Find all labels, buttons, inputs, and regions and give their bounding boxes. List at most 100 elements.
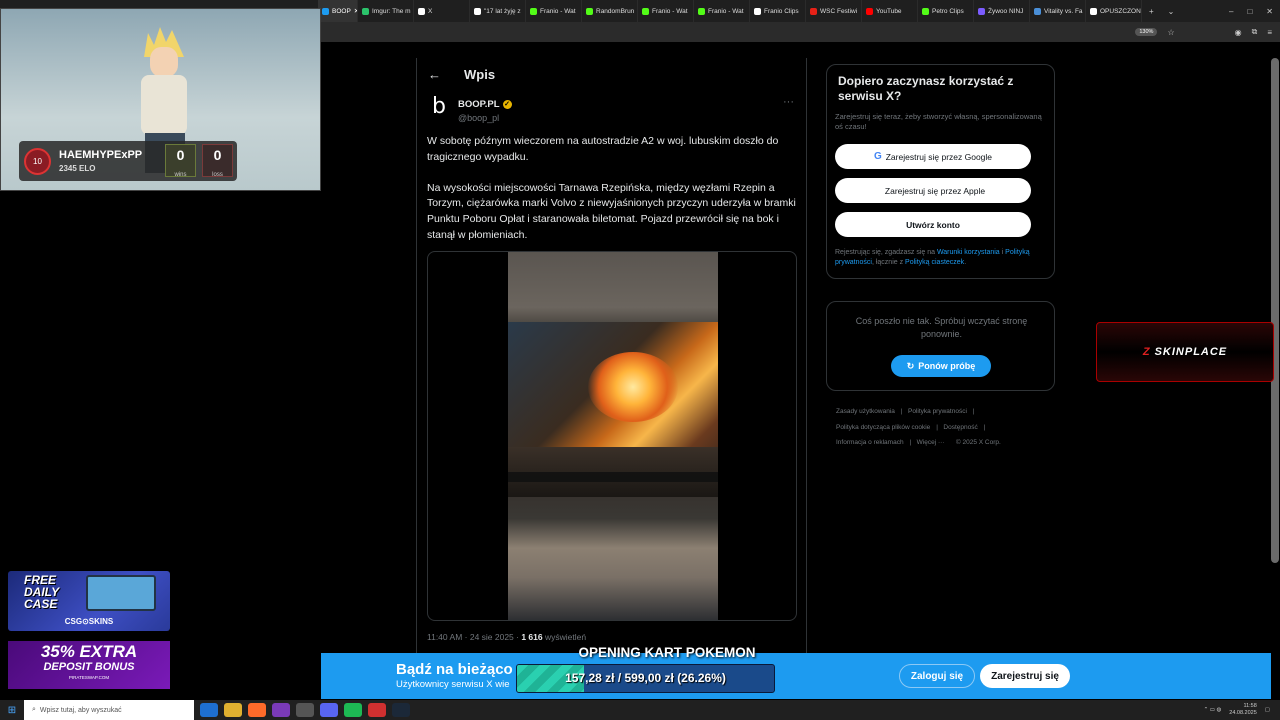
tab-favicon-icon (698, 7, 705, 15)
author-avatar[interactable]: b (427, 96, 451, 120)
losses-counter: 0 loss (202, 144, 233, 178)
views-label: wyświetleń (542, 632, 587, 642)
post-time[interactable]: 11:40 AM · 24 sie 2025 · (427, 632, 521, 642)
page-scrollbar[interactable] (1271, 58, 1279, 563)
footer-link[interactable]: Polityka prywatności (908, 408, 967, 415)
video-player-controls (508, 472, 718, 482)
browser-tab[interactable]: Franio Clips (750, 0, 806, 22)
ad-headline: 35% EXTRA (40, 642, 138, 661)
cookies-link[interactable]: Polityką ciasteczek (905, 259, 964, 266)
error-message: Coś poszło nie tak. Spróbuj wczytać stro… (855, 316, 1028, 339)
zoom-level[interactable]: 130% (1135, 28, 1158, 36)
obs-icon[interactable] (272, 703, 290, 717)
minimize-button[interactable]: – (1222, 7, 1240, 16)
post-header: ← Wpis (417, 58, 808, 90)
tab-favicon-icon (418, 7, 425, 15)
windows-start-icon[interactable]: ⊞ (0, 705, 24, 716)
retry-button[interactable]: ↻ Ponów próbę (891, 355, 991, 377)
apple-signup-label: Zarejestruj się przez Apple (884, 185, 986, 196)
post-text: W sobotę późnym wieczorem na autostradzi… (427, 134, 799, 259)
google-signup-button[interactable]: G Zarejestruj się przez Google (835, 144, 1031, 169)
create-account-button[interactable]: Utwórz konto (835, 212, 1031, 237)
menu-icon[interactable]: ≡ (1267, 28, 1272, 37)
firefox-icon[interactable] (248, 703, 266, 717)
video-monitor-screen (508, 322, 718, 497)
login-button[interactable]: Zaloguj się (899, 664, 975, 688)
browser-tab[interactable]: Franio - Wat (526, 0, 582, 22)
browser-tab[interactable]: YouTube (862, 0, 918, 22)
donation-goal-title: OPENING KART POKEMON (578, 645, 756, 660)
browser-tab[interactable]: "17 lat żyję z (470, 0, 526, 22)
back-arrow-icon[interactable]: ← (428, 67, 452, 82)
account-icon[interactable]: ◉ (1235, 28, 1242, 37)
maximize-button[interactable]: □ (1240, 7, 1259, 16)
windows-taskbar: ⊞ ⌕ Wpisz tutaj, aby wyszukać ⌃ ▭ ◍ 11:5… (0, 700, 1280, 720)
tab-favicon-icon (1090, 7, 1097, 15)
signup-legal-text: Rejestrując się, zgadzasz się na Warunki… (835, 248, 1050, 268)
chrome-icon[interactable] (368, 703, 386, 717)
footer-link[interactable]: Polityka dotycząca plików cookie (836, 424, 930, 431)
footer-link[interactable]: Informacja o reklamach (836, 439, 904, 446)
system-tray[interactable]: ⌃ ▭ ◍ 11:58 24.08.2025 ▢ (1204, 703, 1280, 717)
tab-favicon-icon (922, 7, 929, 15)
browser-tab[interactable]: RandomBrun (582, 0, 638, 22)
close-window-button[interactable]: ✕ (1259, 7, 1280, 16)
author-name[interactable]: BOOP.PL (458, 99, 500, 110)
post-paragraph: Na wysokości miejscowości Tarnawa Rzepiń… (427, 181, 796, 241)
character-face (150, 47, 178, 77)
browser-tab[interactable]: Franio - Wat (694, 0, 750, 22)
browser-tab[interactable]: BOOP✕ (318, 0, 358, 22)
tab-label: Franio Clips (764, 7, 799, 15)
ad-brand: CSG⊙SKINS (64, 617, 114, 626)
apple-signup-button[interactable]: Zarejestruj się przez Apple (835, 178, 1031, 203)
footer-link[interactable]: Więcej ··· (917, 439, 945, 446)
clock-date: 24.08.2025 (1229, 710, 1257, 716)
browser-tab[interactable]: Imgur: The m (358, 0, 414, 22)
browser-tab[interactable]: OPUSZCZON (1086, 0, 1142, 22)
tab-favicon-icon (530, 7, 537, 15)
losses-value: 0 (213, 147, 222, 163)
author-handle[interactable]: @boop_pl (458, 113, 499, 123)
tab-favicon-icon (362, 7, 369, 15)
tab-label: Franio - Wat (652, 7, 688, 15)
bookmark-star-icon[interactable]: ☆ (1167, 28, 1174, 37)
taskbar-search[interactable]: ⌕ Wpisz tutaj, aby wyszukać (24, 700, 194, 720)
tab-favicon-icon (642, 7, 649, 15)
tab-label: Vitality vs. Fa (1044, 7, 1083, 15)
spotify-icon[interactable] (344, 703, 362, 717)
post-column: ← Wpis b BOOP.PL ✓ @boop_pl ··· W sobotę… (416, 58, 807, 658)
post-video[interactable] (427, 251, 797, 621)
browser-tab[interactable]: Żywoo NINJ (974, 0, 1030, 22)
calculator-icon[interactable] (296, 703, 314, 717)
more-options-icon[interactable]: ··· (783, 96, 794, 108)
notifications-icon[interactable]: ▢ (1265, 707, 1270, 714)
donation-goal-text: 157,28 zł / 599,00 zł (26.26%) (565, 671, 726, 685)
clock[interactable]: 11:58 24.08.2025 (1229, 703, 1257, 717)
video-fire (588, 352, 678, 422)
new-tab-button[interactable]: + (1142, 7, 1161, 16)
extensions-icon[interactable]: ⧉ (1252, 27, 1258, 37)
wins-label: wins (174, 172, 187, 178)
browser-tab[interactable]: Petro Clips (918, 0, 974, 22)
tray-icons[interactable]: ⌃ ▭ ◍ (1204, 707, 1222, 714)
ad-brand: PIRATESWAP.COM (68, 675, 110, 680)
discord-icon[interactable] (320, 703, 338, 717)
signup-card: Dopiero zaczynasz korzystać z serwisu X?… (826, 64, 1055, 279)
browser-tab[interactable]: WSC Festiwi (806, 0, 862, 22)
browser-tab[interactable]: Vitality vs. Fa (1030, 0, 1086, 22)
tab-list-icon[interactable]: ⌄ (1161, 7, 1182, 16)
terms-link[interactable]: Warunki korzystania (937, 249, 1000, 256)
steam-icon[interactable] (392, 703, 410, 717)
file-explorer-icon[interactable] (224, 703, 242, 717)
ad-headline: FREE DAILY CASE (24, 574, 59, 610)
footer-link[interactable]: Dostępność (943, 424, 977, 431)
tab-label: Petro Clips (932, 7, 964, 15)
legal-prefix: Rejestrując się, zgadzasz się na (835, 249, 937, 256)
browser-tab[interactable]: X (414, 0, 470, 22)
author-name-row[interactable]: BOOP.PL ✓ (458, 99, 512, 110)
footer-link[interactable]: Zasady użytkowania (836, 408, 895, 415)
browser-tab[interactable]: Franio - Wat (638, 0, 694, 22)
edge-icon[interactable] (200, 703, 218, 717)
signup-button[interactable]: Zarejestruj się (980, 664, 1070, 688)
banner-title: Bądź na bieżąco (396, 661, 513, 678)
